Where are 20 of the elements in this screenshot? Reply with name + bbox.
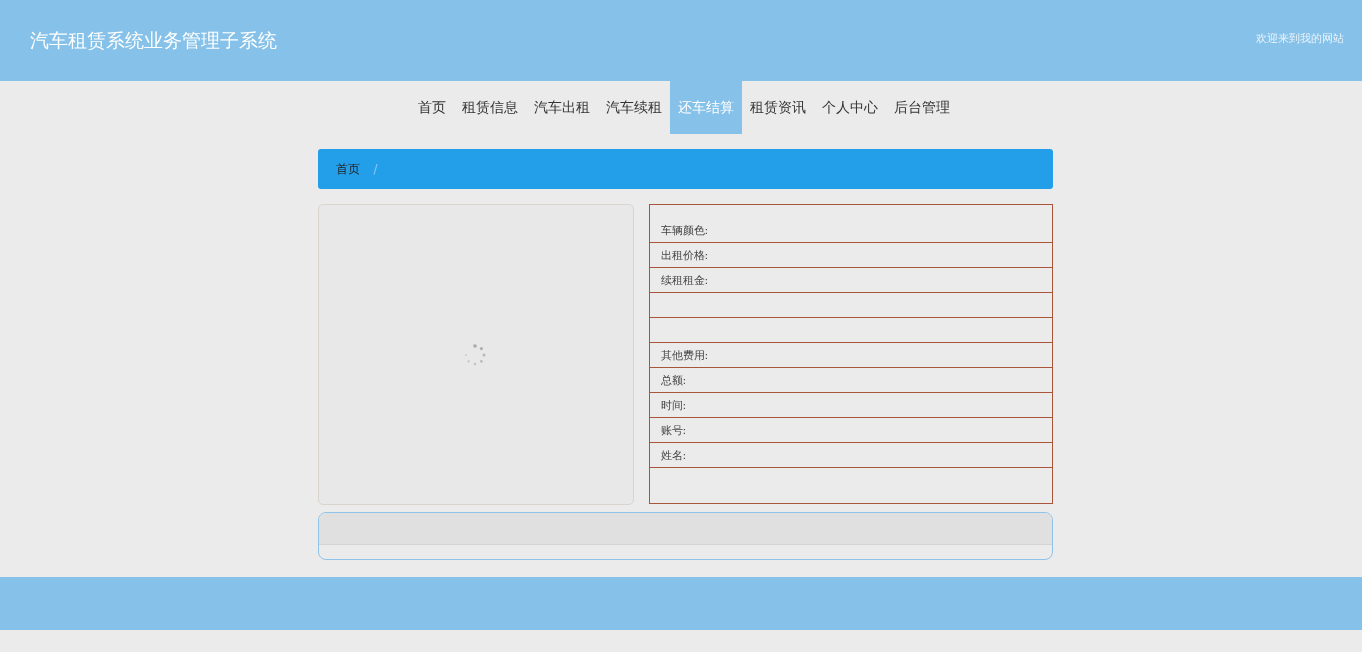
field-label: 续租租金: <box>660 272 709 288</box>
nav-tab[interactable]: 租赁资讯 <box>742 81 814 134</box>
field-label: 其他费用: <box>660 347 709 363</box>
field-label: 时间: <box>660 397 687 413</box>
nav-tab[interactable]: 首页 <box>410 81 454 134</box>
nav-tab[interactable]: 个人中心 <box>814 81 886 134</box>
nav-tab[interactable]: 租赁信息 <box>454 81 526 134</box>
field-label: 车辆颜色: <box>660 223 709 238</box>
welcome-text: 欢迎来到我的网站 <box>1256 30 1344 46</box>
nav-tab[interactable]: 后台管理 <box>886 81 958 134</box>
breadcrumb-link[interactable]: 首页 <box>335 160 360 178</box>
nav-tab[interactable]: 汽车出租 <box>526 81 598 134</box>
breadcrumb-separator: / <box>373 162 378 176</box>
nav-tab[interactable]: 汽车续租 <box>598 81 670 134</box>
loading-icon <box>462 342 487 367</box>
field-label: 账号: <box>660 422 687 438</box>
site-title: 汽车租赁系统业务管理子系统 <box>30 27 277 53</box>
field-label: 姓名: <box>660 447 687 463</box>
field-label: 总额: <box>660 372 687 388</box>
field-label: 出租价格: <box>660 247 709 263</box>
